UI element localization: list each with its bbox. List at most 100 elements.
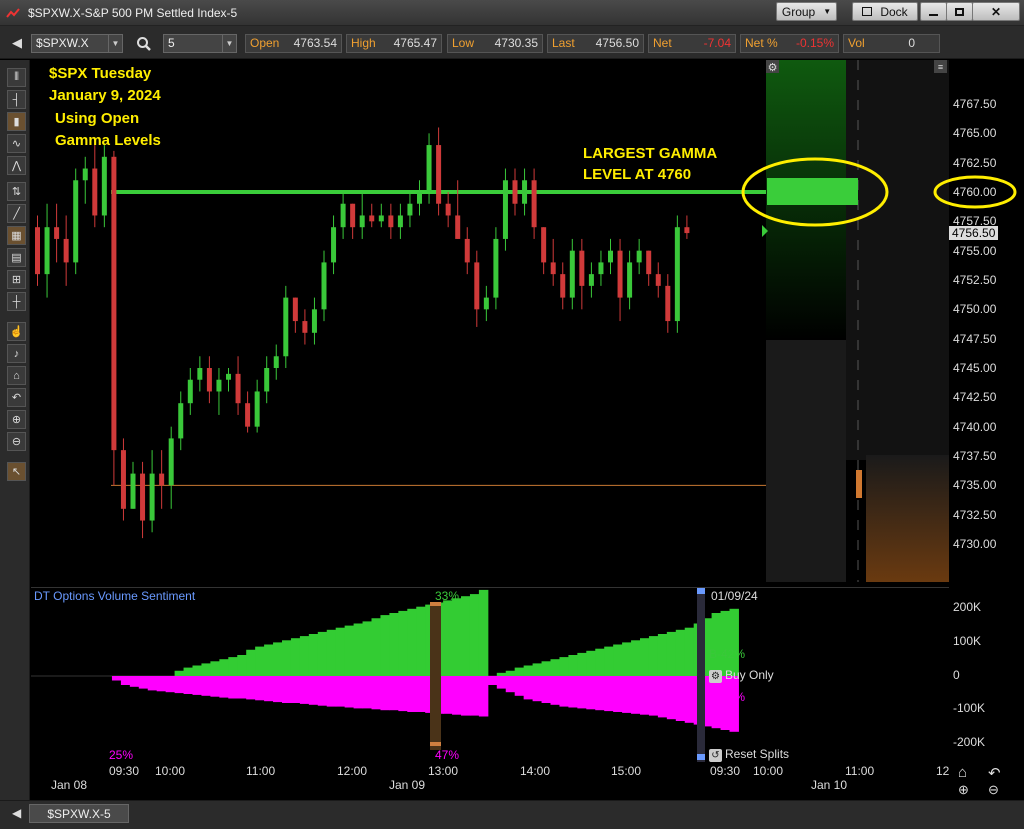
mountain-chart-icon[interactable]: ⋀ — [7, 156, 26, 175]
candle-body — [617, 250, 623, 298]
vol-value: 0 — [908, 36, 915, 50]
buy-volume-bar — [192, 665, 202, 676]
candle-body — [426, 145, 432, 192]
buy-volume-bar — [443, 600, 453, 676]
sell-volume-bar — [129, 676, 140, 687]
symbol-value: $SPXW.X — [36, 36, 89, 50]
time-tick-label: 12 — [936, 764, 950, 778]
candlestick-icon[interactable]: ▮ — [7, 112, 26, 131]
vol-label: Vol — [848, 36, 865, 50]
grid-icon[interactable]: ▦ — [7, 226, 26, 245]
gamma-zone-orange — [866, 455, 949, 582]
layout-icon[interactable]: ⊞ — [7, 270, 26, 289]
buy-volume-bar — [666, 631, 677, 676]
dock-button[interactable]: Dock — [852, 2, 918, 21]
zoom-out-icon[interactable]: ⊖ — [988, 782, 999, 798]
symbol-input[interactable]: $SPXW.X ▼ — [31, 34, 123, 53]
price-tick-label: 4745.00 — [953, 361, 997, 375]
crosshair-icon[interactable]: ┼ — [7, 292, 26, 311]
chart-toolbar: ◀ $SPXW.X ▼ 5 ▼ Open 4763.54 High 4765.47 Lo… — [0, 26, 1024, 59]
candle-body — [178, 403, 184, 439]
buy-volume-bar — [675, 629, 686, 676]
zoom-out-icon[interactable]: ⊖ — [7, 432, 26, 451]
close-button[interactable]: ✕ — [972, 2, 1020, 21]
candle-body — [273, 356, 279, 368]
search-icon[interactable] — [136, 36, 152, 52]
buy-volume-bar — [228, 657, 238, 676]
buy-volume-bar — [604, 646, 614, 676]
buy-only-toggle[interactable]: ⚙ Buy Only — [709, 668, 774, 683]
sell-volume-bar — [156, 676, 167, 692]
sell-volume-bar — [308, 676, 319, 705]
candle-body — [646, 250, 652, 275]
undo-icon[interactable]: ↶ — [7, 388, 26, 407]
pointer-icon[interactable]: ☝ — [7, 322, 26, 341]
sell-volume-bar — [505, 676, 516, 693]
zoom-in-icon[interactable]: ⊕ — [958, 782, 969, 798]
buy-volume-bar — [371, 618, 381, 676]
undo-icon[interactable]: ↶ — [988, 764, 1001, 782]
buy-volume-bar — [344, 625, 355, 676]
scroll-left-icon[interactable]: ◀ — [12, 806, 21, 820]
select-arrow-icon[interactable]: ↖ — [7, 462, 26, 481]
sentiment-indicator-pane[interactable]: DT Options Volume Sentiment 33% 25% 47% … — [31, 587, 949, 763]
home-icon[interactable]: ⌂ — [958, 764, 967, 781]
interval-value: 5 — [168, 36, 175, 50]
sell-volume-bar — [666, 676, 677, 720]
sell-volume-bar — [675, 676, 686, 721]
time-tick-label: 09:30 — [109, 764, 140, 778]
candle-body — [197, 368, 203, 380]
buy-volume-bar — [720, 610, 730, 676]
maximize-button[interactable] — [946, 2, 973, 21]
sell-volume-bar — [657, 676, 668, 718]
minimize-button[interactable] — [920, 2, 947, 21]
current-handle-top[interactable] — [697, 588, 705, 594]
sell-volume-bar — [111, 676, 122, 681]
bar-chart-icon[interactable]: ⫴ — [7, 68, 26, 87]
note-icon[interactable]: ♪ — [7, 344, 26, 363]
split-handle-bottom[interactable] — [430, 742, 441, 746]
price-chart[interactable]: ⚙ ≡ $SPX Tuesday January 9, 2024 Using O… — [31, 60, 949, 582]
line-chart-icon[interactable]: ∿ — [7, 134, 26, 153]
candlestick-chart[interactable]: ⚙ ≡ — [31, 60, 949, 582]
sentiment-axis[interactable]: 200K 100K 0 -100K -200K — [949, 587, 1024, 762]
interval-input[interactable]: 5 ▼ — [163, 34, 237, 53]
chevron-down-icon[interactable]: ▼ — [108, 35, 122, 52]
current-split-bar — [697, 588, 705, 763]
window-title: $SPXW.X-S&P 500 PM Settled Index-5 — [28, 6, 238, 20]
sell-volume-bar — [219, 676, 229, 698]
candle-body — [350, 203, 356, 228]
candle-body — [226, 373, 231, 380]
buy-volume-bar — [657, 634, 668, 676]
buy-volume-bar — [362, 621, 372, 676]
reset-splits-button[interactable]: ↺ Reset Splits — [709, 747, 789, 762]
candle-body — [311, 309, 317, 333]
sell-volume-bar — [622, 676, 632, 713]
chevron-down-icon[interactable]: ▼ — [222, 35, 236, 52]
current-handle-bottom[interactable] — [697, 754, 705, 760]
candle-body — [388, 215, 394, 228]
collapse-arrow-icon[interactable]: ◀ — [12, 35, 22, 51]
minimize-icon — [929, 13, 938, 16]
sell-volume-bar — [604, 676, 614, 712]
zoom-in-icon[interactable]: ⊕ — [7, 410, 26, 429]
sell-volume-bar — [264, 676, 274, 702]
trendline-icon[interactable]: ╱ — [7, 204, 26, 223]
price-tick-label: 4750.00 — [953, 302, 997, 317]
cursor-icon[interactable]: ⇅ — [7, 182, 26, 201]
candle-body — [92, 168, 98, 216]
sentiment-chart[interactable] — [31, 588, 949, 763]
home-icon[interactable]: ⌂ — [7, 366, 26, 385]
candle-body — [569, 250, 575, 298]
chevron-down-icon: ▼ — [823, 7, 832, 16]
candle-body — [397, 215, 403, 228]
time-axis[interactable]: 09:30 10:00 11:00 12:00 13:00 14:00 15:00 09:30… — [31, 762, 949, 800]
price-axis[interactable]: 4767.50 4765.00 4762.50 4760.00 4757.50 4755.… — [949, 60, 1024, 582]
ohlc-icon[interactable]: ┤ — [7, 90, 26, 109]
chart-tab[interactable]: $SPXW.X-5 — [29, 804, 129, 823]
group-button[interactable]: Group ▼ — [776, 2, 837, 21]
table-icon[interactable]: ▤ — [7, 248, 26, 267]
buy-volume-bar — [496, 672, 507, 676]
sell-volume-bar — [371, 676, 381, 710]
sell-volume-bar — [443, 676, 453, 714]
